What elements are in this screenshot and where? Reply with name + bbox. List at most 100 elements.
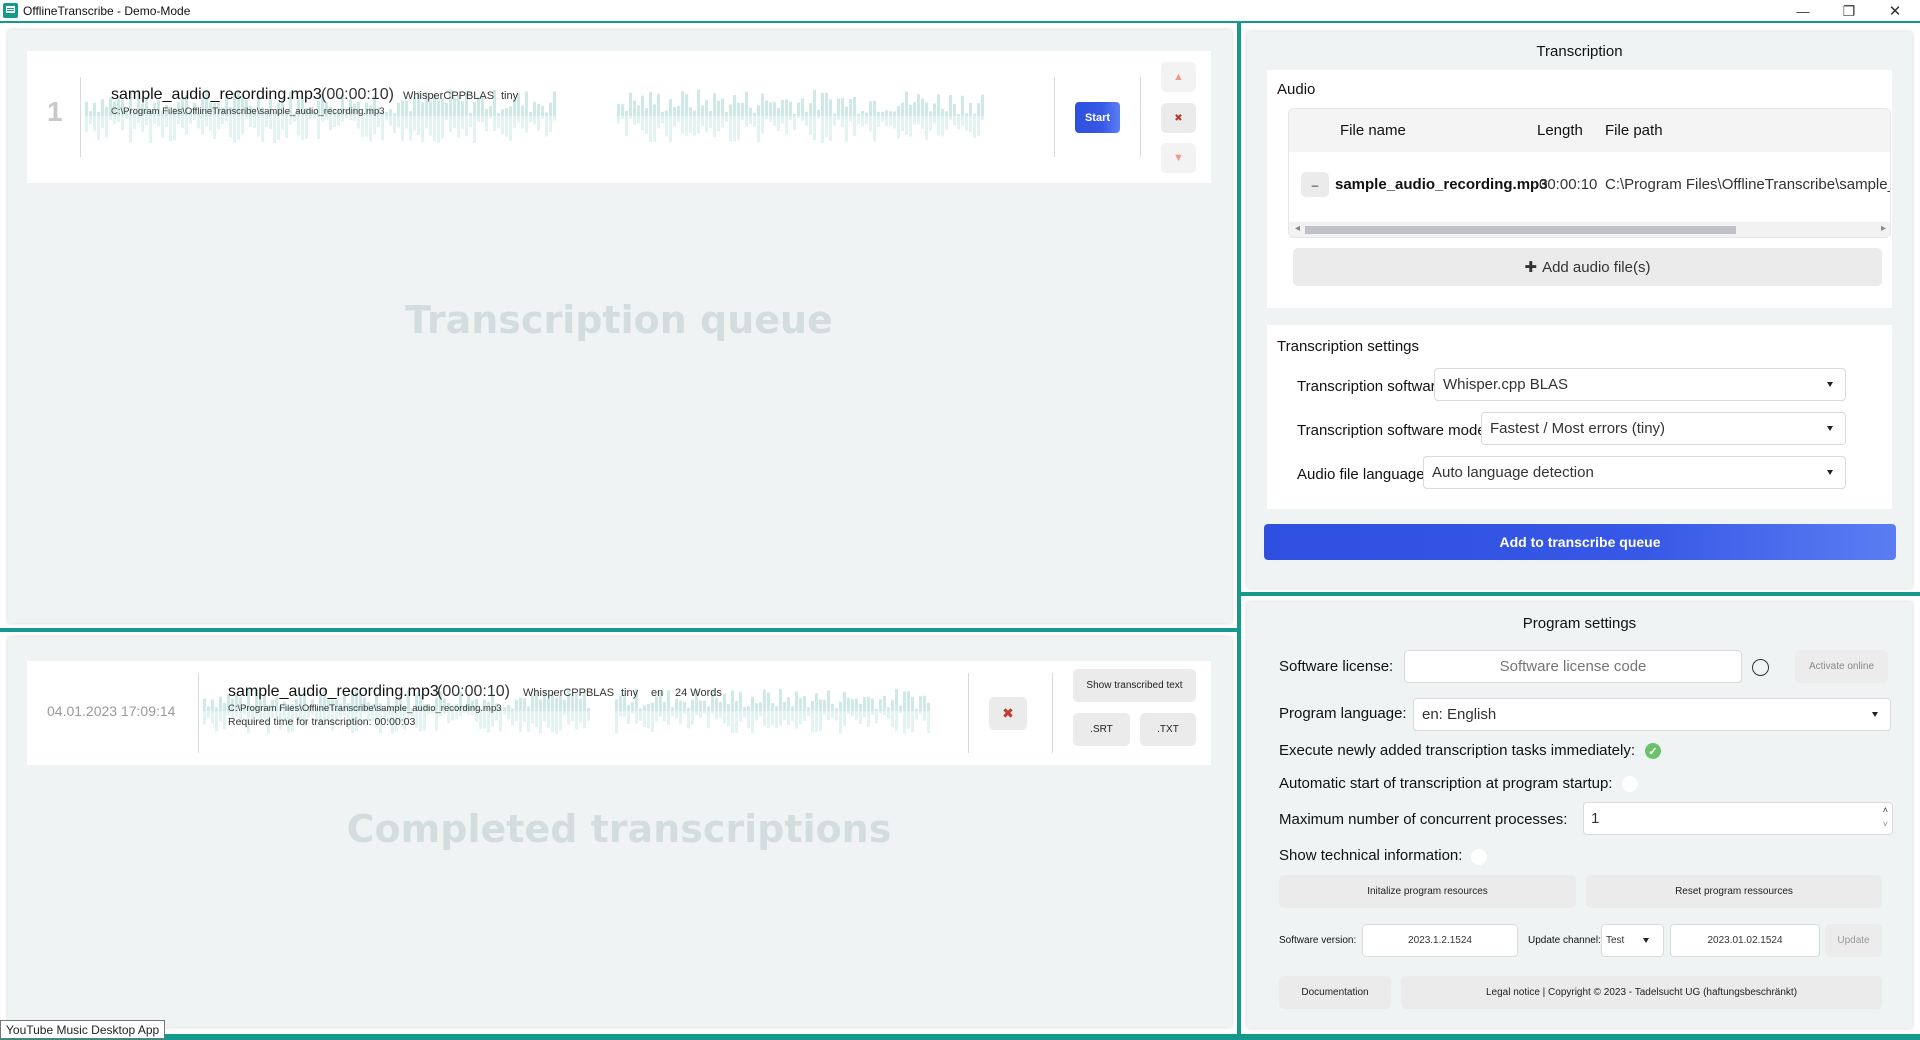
waveform-bar — [873, 100, 876, 116]
spin-up-icon[interactable]: ˄ — [1883, 805, 1888, 815]
divider — [968, 673, 969, 753]
waveform-bar — [429, 116, 432, 136]
vertical-divider[interactable] — [1237, 23, 1241, 1040]
waveform-bar — [763, 711, 766, 727]
waveform-bar — [825, 92, 828, 116]
delete-transcription-button[interactable]: ✖ — [989, 697, 1027, 730]
update-channel-select[interactable]: Test — [1601, 924, 1664, 957]
column-header-file-path[interactable]: File path — [1605, 122, 1663, 139]
completed-item-software: WhisperCPPBLAS — [523, 687, 615, 699]
plus-icon: ✚ — [1524, 259, 1538, 276]
waveform-bar — [469, 112, 472, 116]
waveform-bar — [787, 711, 790, 725]
waveform-bar — [531, 711, 534, 724]
bottom-border — [0, 1034, 1920, 1040]
waveform-bar — [617, 103, 620, 116]
waveform-bar — [269, 116, 272, 130]
waveform-bar — [397, 102, 400, 116]
max-processes-spinbox[interactable]: 1 ˄ ˅ — [1583, 802, 1893, 835]
waveform-bar — [795, 691, 798, 711]
waveform-bar — [405, 100, 408, 116]
update-button[interactable]: Update — [1825, 924, 1882, 957]
start-button[interactable]: Start — [1075, 102, 1120, 133]
download-srt-button[interactable]: .SRT — [1073, 713, 1130, 746]
move-down-button[interactable]: ▼ — [1161, 143, 1196, 173]
waveform-bar — [933, 116, 936, 124]
spin-down-icon[interactable]: ˅ — [1883, 819, 1888, 829]
transcription-software-select[interactable]: Whisper.cpp BLAS — [1434, 368, 1846, 401]
scroll-left-icon[interactable]: ◂ — [1295, 223, 1300, 234]
transcription-panel: Transcription Audio File name Length Fil… — [1247, 32, 1912, 588]
waveform-bar — [903, 691, 906, 711]
download-txt-button[interactable]: .TXT — [1140, 713, 1196, 746]
legal-notice-button[interactable]: Legal notice | Copyright © 2023 - Tadels… — [1401, 976, 1882, 1009]
waveform-bar — [541, 116, 544, 119]
transcription-model-select[interactable]: Fastest / Most errors (tiny) — [1481, 412, 1846, 445]
column-header-length[interactable]: Length — [1537, 122, 1583, 139]
waveform-bar — [737, 102, 740, 116]
waveform-bar — [305, 116, 308, 139]
waveform-bar — [861, 116, 864, 127]
waveform-bar — [393, 113, 396, 116]
waveform-bar — [937, 116, 940, 136]
waveform-bar — [803, 696, 806, 711]
initialize-resources-button[interactable]: Initalize program resources — [1279, 875, 1576, 908]
waveform-bar — [539, 711, 542, 734]
waveform-bar — [539, 699, 542, 711]
waveform-bar — [687, 707, 690, 711]
waveform-bar — [801, 98, 804, 116]
reset-resources-button[interactable]: Reset program ressources — [1586, 875, 1882, 908]
waveform-bar — [85, 101, 88, 116]
add-audio-files-button[interactable]: ✚ Add audio file(s) — [1293, 248, 1882, 286]
waveform-bar — [787, 697, 790, 711]
right-horizontal-divider[interactable] — [1241, 592, 1920, 596]
waveform-bar — [261, 116, 264, 143]
waveform-bar — [697, 116, 700, 134]
waveform-bar — [825, 116, 828, 137]
documentation-button[interactable]: Documentation — [1279, 976, 1391, 1009]
waveform-bar — [981, 116, 984, 121]
remove-from-queue-button[interactable]: ✖ — [1161, 103, 1196, 133]
waveform-bar — [149, 116, 152, 143]
restore-button[interactable]: ❐ — [1826, 0, 1872, 22]
waveform-bar — [965, 113, 968, 116]
move-up-button[interactable]: ▲ — [1161, 62, 1196, 92]
waveform-bar — [173, 116, 176, 141]
technical-info-toggle[interactable] — [1471, 849, 1487, 865]
column-header-file-name[interactable]: File name — [1340, 122, 1406, 139]
waveform-bar — [973, 113, 976, 116]
waveform-bar — [513, 116, 516, 128]
horizontal-scrollbar[interactable]: ◂ ▸ — [1289, 222, 1890, 237]
waveform-bar — [777, 116, 780, 132]
audio-language-select[interactable]: Auto language detection — [1423, 456, 1846, 489]
close-button[interactable]: ✕ — [1872, 0, 1918, 22]
scrollbar-thumb[interactable] — [1305, 226, 1736, 234]
waveform-bar — [703, 711, 706, 714]
waveform-bar — [865, 116, 868, 125]
program-language-select[interactable]: en: English — [1413, 698, 1891, 731]
scroll-right-icon[interactable]: ▸ — [1881, 223, 1886, 234]
activate-online-button[interactable]: Activate online — [1795, 650, 1888, 683]
waveform-bar — [675, 711, 678, 719]
waveform-bar — [949, 116, 952, 120]
waveform-bar — [811, 711, 814, 733]
remove-file-button[interactable]: – — [1301, 172, 1329, 197]
auto-start-toggle[interactable] — [1622, 776, 1638, 792]
waveform-bar — [923, 711, 926, 721]
waveform-bar — [893, 111, 896, 116]
close-icon: ✕ — [1888, 3, 1902, 20]
waveform-bar — [737, 116, 740, 140]
left-horizontal-divider[interactable] — [0, 628, 1238, 632]
waveform-bar — [903, 711, 906, 734]
add-to-transcribe-queue-button[interactable]: Add to transcribe queue — [1264, 524, 1896, 560]
waveform-bar — [663, 711, 666, 722]
execute-immediately-toggle[interactable]: ✓ — [1645, 743, 1661, 759]
waveform-bar — [207, 706, 210, 711]
waveform-bar — [627, 711, 630, 725]
waveform-bar — [643, 705, 646, 711]
waveform-bar — [105, 116, 108, 138]
show-transcribed-text-button[interactable]: Show transcribed text — [1073, 669, 1196, 702]
minimize-button[interactable]: — — [1780, 0, 1826, 22]
waveform-bar — [883, 711, 886, 716]
software-license-input[interactable] — [1404, 650, 1742, 683]
